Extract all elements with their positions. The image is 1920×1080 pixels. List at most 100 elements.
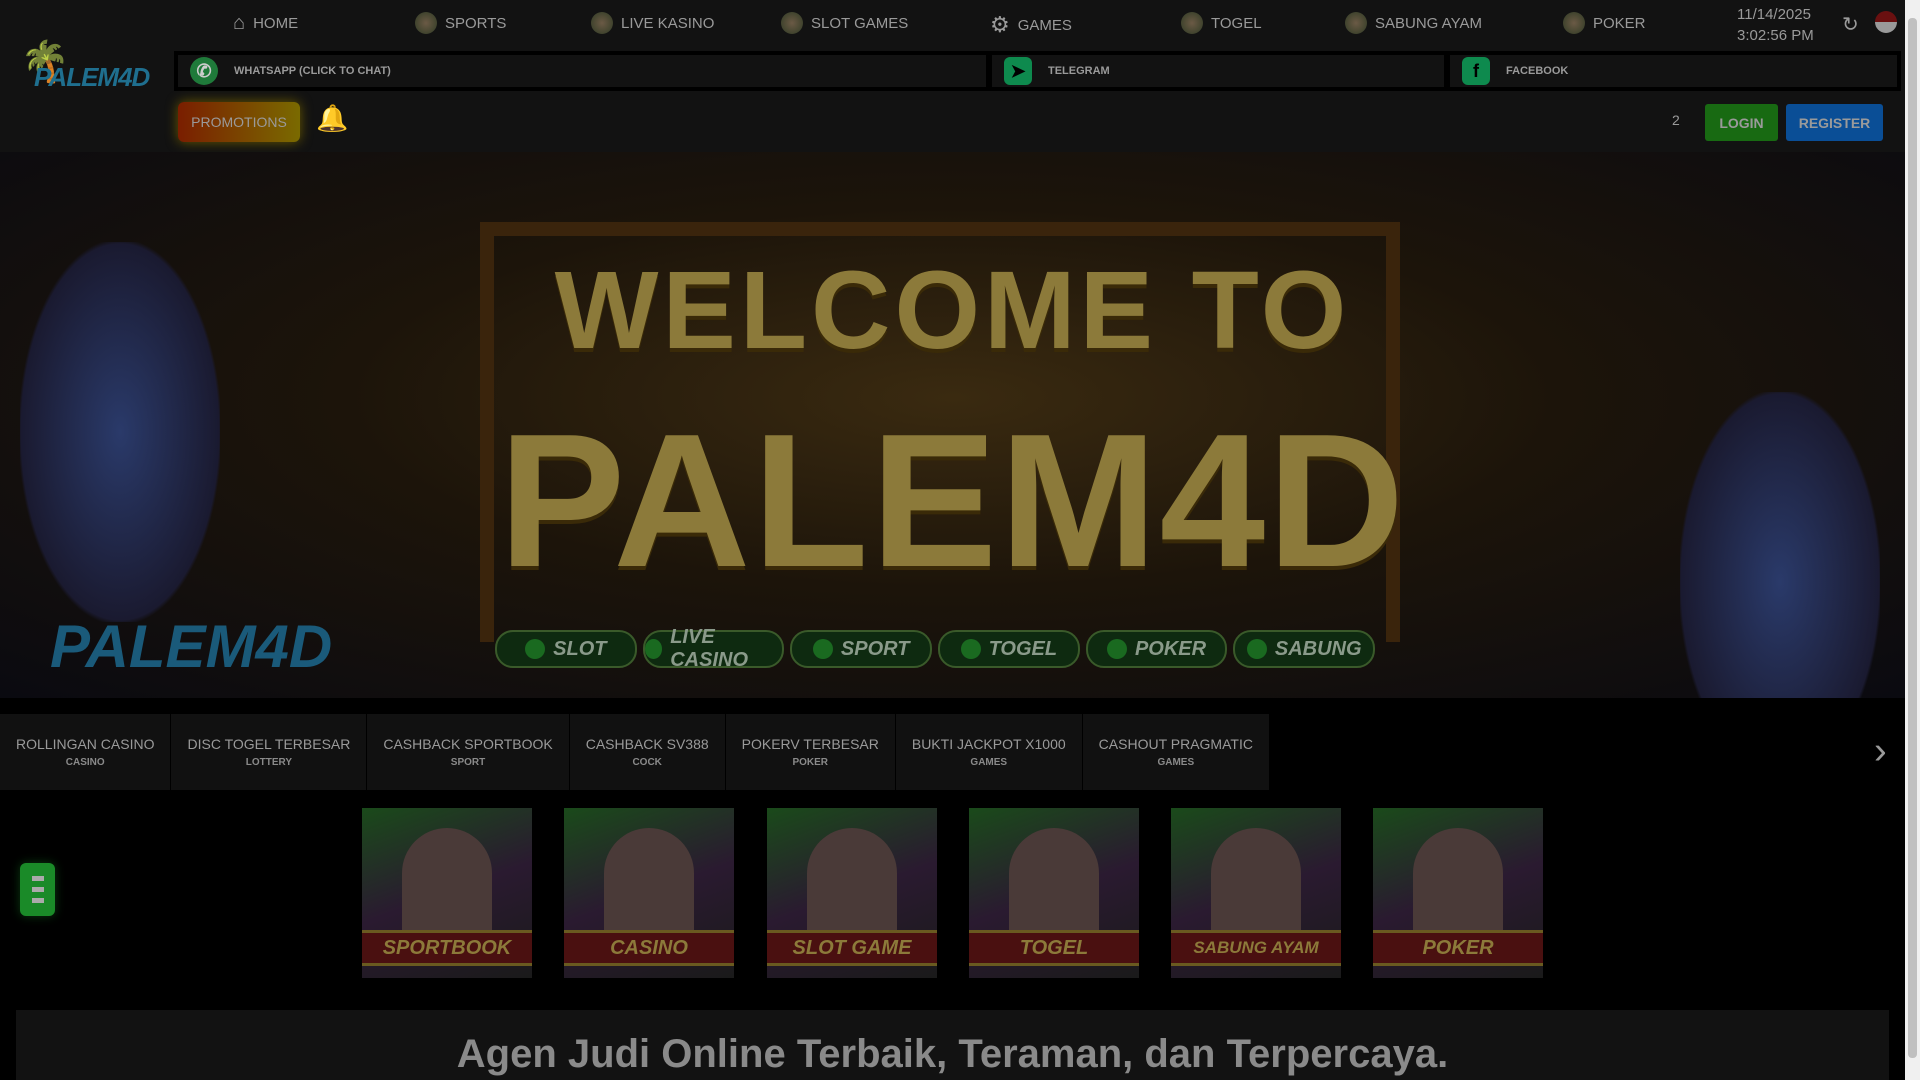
chevron-right-icon[interactable]: › bbox=[1874, 730, 1887, 773]
logo-text: PALEM4D bbox=[34, 62, 150, 92]
togel-icon bbox=[1181, 12, 1203, 34]
poker-icon bbox=[1563, 12, 1585, 34]
promo-tab-title: CASHOUT PRAGMATIC bbox=[1098, 736, 1253, 752]
promo-tab-sub: CASINO bbox=[65, 757, 105, 768]
floating-menu-button[interactable] bbox=[20, 863, 55, 916]
banner-pill: SLOT bbox=[495, 630, 637, 668]
game-tile-sportbook[interactable]: SPORTBOOK bbox=[362, 808, 532, 978]
nav-label: SPORTS bbox=[445, 14, 507, 32]
banner-logo: PALEM4D bbox=[50, 613, 333, 680]
nav-label: SLOT GAMES bbox=[811, 14, 909, 32]
facebook-link[interactable]: f FACEBOOK bbox=[1446, 51, 1901, 91]
menu-dot bbox=[31, 898, 44, 903]
menu-dot bbox=[31, 887, 44, 892]
sabung-ayam-icon bbox=[1345, 12, 1367, 34]
banner-pill: POKER bbox=[1085, 630, 1228, 668]
whatsapp-link[interactable]: ✆ WHATSAPP (CLICK TO CHAT) bbox=[174, 51, 990, 91]
banner-pill: SPORT bbox=[790, 630, 933, 668]
banner-pill: TOGEL bbox=[938, 630, 1080, 668]
slot-games-icon bbox=[781, 12, 803, 34]
game-tile-casino[interactable]: CASINO bbox=[564, 808, 734, 978]
register-button[interactable]: REGISTER bbox=[1786, 104, 1883, 141]
game-tile-togel[interactable]: TOGEL bbox=[969, 808, 1139, 978]
promo-tab-sub: GAMES bbox=[1157, 757, 1195, 768]
nav-label: TOGEL bbox=[1211, 14, 1262, 32]
page-scrollbar[interactable] bbox=[1905, 0, 1920, 1080]
nav-label: SABUNG AYAM bbox=[1375, 14, 1482, 32]
nav-slot-games[interactable]: SLOT GAMES bbox=[781, 12, 908, 34]
promo-tab[interactable]: CASHOUT PRAGMATIC GAMES bbox=[1082, 714, 1270, 790]
promo-tab-sub: POKER bbox=[792, 757, 829, 768]
telegram-label: TELEGRAM bbox=[1048, 65, 1110, 77]
tile-label: SLOT GAME bbox=[767, 930, 937, 966]
promo-tab-sub: SPORT bbox=[450, 757, 486, 768]
home-icon: ⌂ bbox=[233, 12, 246, 34]
nav-label: HOME bbox=[253, 15, 299, 32]
game-tile-poker[interactable]: POKER bbox=[1373, 808, 1543, 978]
menu-dot bbox=[31, 876, 44, 881]
live-kasino-icon bbox=[591, 12, 613, 34]
facebook-icon: f bbox=[1462, 57, 1490, 85]
promo-tab[interactable]: DISC TOGEL TERBESAR LOTTERY bbox=[171, 714, 368, 790]
promo-tab-title: BUKTI JACKPOT X1000 bbox=[911, 736, 1066, 752]
promo-tab[interactable]: BUKTI JACKPOT X1000 GAMES bbox=[895, 714, 1083, 790]
notification-bell-icon[interactable]: 🔔 bbox=[316, 103, 348, 134]
nav-poker[interactable]: POKER bbox=[1563, 12, 1646, 34]
nav-label: GAMES bbox=[1017, 16, 1072, 34]
nav-games[interactable]: ⚙ GAMES bbox=[990, 12, 1072, 38]
site-header: 🌴 PALEM4D ⌂ HOME SPORTS LIVE KASINO SLOT … bbox=[0, 0, 1905, 152]
telegram-icon: ➤ bbox=[1004, 57, 1032, 85]
nav-live-kasino[interactable]: LIVE KASINO bbox=[591, 12, 714, 34]
nav-label: LIVE KASINO bbox=[621, 14, 715, 32]
promo-tab-title: POKERV TERBESAR bbox=[741, 736, 879, 752]
content-heading: Agen Judi Online Terbaik, Teraman, dan T… bbox=[456, 1032, 1449, 1076]
promo-tab[interactable]: CASHBACK SV388 COCK bbox=[569, 714, 726, 790]
clock-date: 11/14/2025 bbox=[1737, 6, 1811, 23]
promo-tab[interactable]: ROLLINGAN CASINO CASINO bbox=[0, 714, 172, 790]
promo-tab-title: CASHBACK SPORTBOOK bbox=[383, 736, 553, 752]
content-section: Agen Judi Online Terbaik, Teraman, dan T… bbox=[16, 1010, 1889, 1080]
nav-togel[interactable]: TOGEL bbox=[1181, 12, 1262, 34]
hero-banner[interactable]: WELCOME TO PALEM4D SLOT LIVE CASINO SPOR… bbox=[0, 152, 1905, 698]
gear-icon: ⚙ bbox=[990, 12, 1010, 37]
tile-label: POKER bbox=[1373, 930, 1543, 966]
promo-tab[interactable]: CASHBACK SPORTBOOK SPORT bbox=[367, 714, 570, 790]
clock-time: 3:02:56 PM bbox=[1737, 27, 1814, 44]
game-tile-sabung-ayam[interactable]: SABUNG AYAM bbox=[1171, 808, 1341, 978]
banner-pill: LIVE CASINO bbox=[642, 626, 785, 671]
promo-tab-sub: COCK bbox=[632, 757, 662, 768]
refresh-icon[interactable]: ↻ bbox=[1842, 12, 1859, 37]
promo-tab-sub: LOTTERY bbox=[245, 757, 293, 768]
language-flag-icon[interactable] bbox=[1875, 11, 1897, 33]
tile-label: TOGEL bbox=[969, 930, 1139, 966]
telegram-link[interactable]: ➤ TELEGRAM bbox=[988, 51, 1448, 91]
tile-label: SABUNG AYAM bbox=[1171, 930, 1341, 966]
tile-label: CASINO bbox=[564, 930, 734, 966]
nav-label: POKER bbox=[1593, 14, 1646, 32]
promo-tabs: ROLLINGAN CASINO CASINO DISC TOGEL TERBES… bbox=[0, 714, 1270, 790]
site-logo[interactable]: 🌴 PALEM4D bbox=[16, 38, 158, 98]
banner-title-line2: PALEM4D bbox=[498, 395, 1407, 607]
notification-count: 2 bbox=[1672, 112, 1680, 128]
banner-category-pills: SLOT LIVE CASINO SPORT TOGEL POKER SABUN… bbox=[495, 626, 1376, 671]
tile-label: SPORTBOOK bbox=[362, 930, 532, 966]
nav-sports[interactable]: SPORTS bbox=[415, 12, 506, 34]
banner-pill: SABUNG bbox=[1233, 630, 1376, 668]
promotions-button[interactable]: PROMOTIONS bbox=[178, 102, 300, 142]
promo-tab-title: ROLLINGAN CASINO bbox=[16, 736, 155, 752]
whatsapp-label: WHATSAPP (CLICK TO CHAT) bbox=[234, 65, 391, 77]
whatsapp-icon: ✆ bbox=[190, 57, 218, 85]
banner-title-line1: WELCOME TO bbox=[554, 249, 1351, 372]
nav-sabung-ayam[interactable]: SABUNG AYAM bbox=[1345, 12, 1482, 34]
login-button[interactable]: LOGIN bbox=[1705, 104, 1778, 141]
promo-tab-title: DISC TOGEL TERBESAR bbox=[187, 736, 351, 752]
clock: 11/14/2025 3:02:56 PM bbox=[1737, 4, 1814, 46]
sports-icon bbox=[415, 12, 437, 34]
game-tile-slot[interactable]: SLOT GAME bbox=[767, 808, 937, 978]
promo-tab-title: CASHBACK SV388 bbox=[585, 736, 709, 752]
promo-tab-sub: GAMES bbox=[970, 757, 1008, 768]
nav-home[interactable]: ⌂ HOME bbox=[233, 12, 298, 35]
scrollbar-thumb[interactable] bbox=[1908, 18, 1917, 1058]
promo-tab[interactable]: POKERV TERBESAR POKER bbox=[725, 714, 896, 790]
facebook-label: FACEBOOK bbox=[1506, 65, 1569, 77]
